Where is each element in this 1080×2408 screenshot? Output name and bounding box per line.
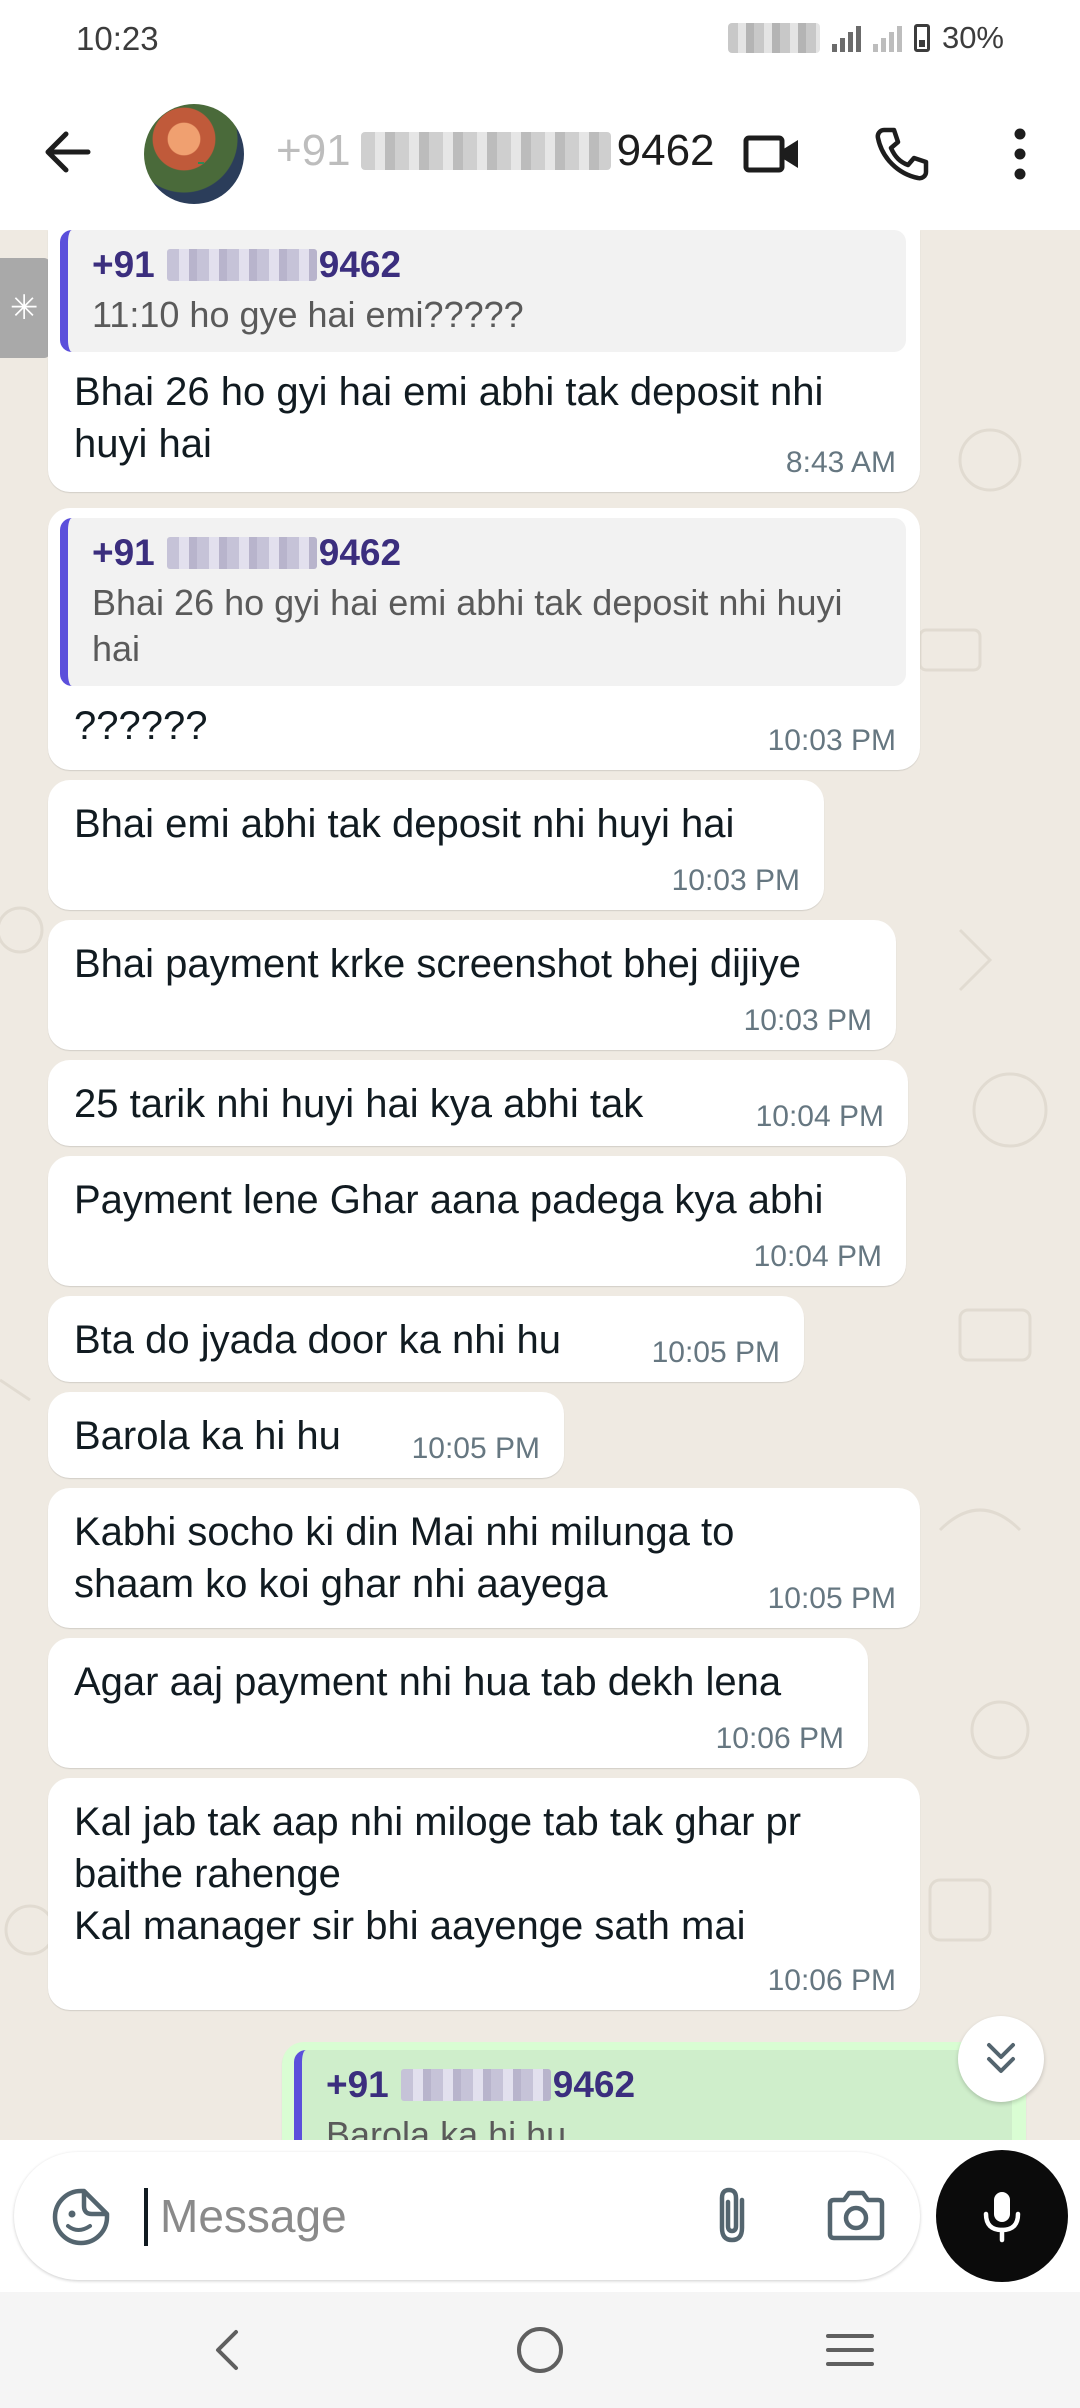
- quoted-text: 11:10 ho gye hai emi?????: [92, 294, 524, 335]
- composer-bar: [0, 2140, 1080, 2292]
- phone-icon: [875, 127, 929, 181]
- system-nav-bar: [0, 2292, 1080, 2408]
- quoted-sender: +91 9462: [92, 532, 886, 574]
- quoted-message[interactable]: +91 9462 Barola ka hi hu: [294, 2050, 1012, 2140]
- chat-header: +91 9462: [0, 78, 1080, 230]
- paperclip-icon: [719, 2187, 745, 2243]
- message-text: Bhai 26 ho gyi hai emi abhi tak deposit …: [74, 370, 824, 466]
- arrow-left-icon: [45, 131, 91, 173]
- sticker-icon: [52, 2188, 110, 2246]
- message-bubble[interactable]: Bta do jyada door ka nhi hu 10:05 PM: [48, 1296, 804, 1382]
- avatar-badge-icon: [198, 162, 204, 164]
- message-bubble[interactable]: Payment lene Ghar aana padega kya abhi 1…: [48, 1156, 906, 1286]
- message-text: Kabhi socho ki din Mai nhi milunga to sh…: [74, 1510, 735, 1606]
- status-icons: 30%: [727, 20, 1004, 56]
- menu-lines-icon: [826, 2334, 874, 2366]
- message-bubble[interactable]: 25 tarik nhi huyi hai kya abhi tak 10:04…: [48, 1060, 908, 1146]
- home-circle-icon: [517, 2327, 563, 2373]
- mic-icon: [983, 2192, 1021, 2243]
- video-call-button[interactable]: [740, 122, 804, 186]
- message-time: 10:03 PM: [671, 864, 800, 897]
- sparkle-icon: ✳: [10, 289, 39, 327]
- side-panel-tab[interactable]: ✳: [0, 258, 50, 358]
- camera-button[interactable]: [822, 2182, 890, 2250]
- message-time: 10:03 PM: [743, 1004, 872, 1037]
- message-input[interactable]: [160, 2182, 680, 2250]
- outgoing-message-bubble[interactable]: +91 9462 Barola ka hi hu: [282, 2042, 1026, 2140]
- contact-suffix: 9462: [616, 126, 715, 175]
- quoted-sender-suffix: 9462: [318, 244, 402, 285]
- signal-2-icon: [872, 24, 902, 52]
- status-bar: 10:23 30%: [0, 0, 1080, 78]
- message-text: Agar aaj payment nhi hua tab dekh lena: [74, 1660, 782, 1704]
- voice-message-button[interactable]: [936, 2150, 1068, 2282]
- quoted-sender: +91 9462: [326, 2064, 992, 2106]
- message-text: Bhai payment krke screenshot bhej dijiye: [74, 942, 802, 986]
- battery-level: 30%: [941, 20, 1004, 55]
- quoted-sender-suffix: 9462: [552, 2064, 636, 2105]
- message-bubble[interactable]: Kal jab tak aap nhi miloge tab tak ghar …: [48, 1778, 920, 2010]
- more-vert-icon: [1014, 128, 1026, 180]
- quoted-sender-suffix: 9462: [318, 532, 402, 573]
- message-time: 10:06 PM: [767, 1964, 896, 1997]
- message-bubble[interactable]: Kabhi socho ki din Mai nhi milunga to sh…: [48, 1488, 920, 1628]
- message-time: 10:05 PM: [411, 1432, 540, 1465]
- quoted-sender-blurred: [166, 537, 317, 569]
- quoted-sender-prefix: +91: [92, 532, 155, 573]
- camera-icon: [827, 2190, 885, 2241]
- quoted-sender-blurred: [400, 2069, 551, 2101]
- quoted-text: Bhai 26 ho gyi hai emi abhi tak deposit …: [92, 582, 843, 669]
- message-text: Bhai emi abhi tak deposit nhi huyi hai: [74, 802, 735, 846]
- quoted-sender-prefix: +91: [92, 244, 155, 285]
- message-bubble[interactable]: +91 9462 11:10 ho gye hai emi????? Bhai …: [48, 230, 920, 492]
- contact-blurred-digits: [360, 132, 611, 170]
- battery-icon: [913, 24, 930, 52]
- sticker-button[interactable]: [50, 2186, 112, 2248]
- status-time: 10:23: [76, 20, 159, 57]
- message-time: 10:03 PM: [767, 724, 896, 757]
- contact-prefix: +91: [276, 126, 351, 175]
- message-time: 10:05 PM: [767, 1582, 896, 1615]
- message-text: Payment lene Ghar aana padega kya abhi: [74, 1178, 824, 1222]
- quoted-sender-blurred: [166, 249, 317, 281]
- composer-pill: [14, 2152, 920, 2280]
- message-time: 10:04 PM: [755, 1100, 884, 1133]
- message-bubble[interactable]: Bhai payment krke screenshot bhej dijiye…: [48, 920, 896, 1050]
- quoted-sender: +91 9462: [92, 244, 886, 286]
- message-bubble[interactable]: +91 9462 Bhai 26 ho gyi hai emi abhi tak…: [48, 508, 920, 770]
- nav-home-button[interactable]: [504, 2314, 576, 2386]
- message-time: 10:06 PM: [715, 1722, 844, 1755]
- avatar[interactable]: [144, 104, 244, 204]
- quoted-message[interactable]: +91 9462 11:10 ho gye hai emi?????: [60, 230, 906, 352]
- message-bubble[interactable]: Agar aaj payment nhi hua tab dekh lena 1…: [48, 1638, 868, 1768]
- back-button[interactable]: [36, 120, 100, 184]
- text-caret: [144, 2188, 148, 2246]
- message-time: 10:05 PM: [651, 1336, 780, 1369]
- voice-call-button[interactable]: [870, 122, 934, 186]
- message-time: 8:43 AM: [785, 446, 896, 479]
- quoted-text: Barola ka hi hu: [326, 2114, 567, 2140]
- signal-icon: [831, 24, 861, 52]
- message-bubble[interactable]: Bhai emi abhi tak deposit nhi huyi hai 1…: [48, 780, 824, 910]
- contact-name[interactable]: +91 9462: [276, 126, 715, 176]
- chevron-left-icon: [216, 2330, 238, 2370]
- quoted-message[interactable]: +91 9462 Bhai 26 ho gyi hai emi abhi tak…: [60, 518, 906, 686]
- message-time: 10:04 PM: [753, 1240, 882, 1273]
- chat-area[interactable]: ✳ +91 9462 11:10 ho gye hai emi????? Bha…: [0, 230, 1080, 2140]
- nav-recents-button[interactable]: [814, 2314, 886, 2386]
- more-options-button[interactable]: [988, 122, 1052, 186]
- message-bubble[interactable]: Barola ka hi hu 10:05 PM: [48, 1392, 564, 1478]
- video-call-icon: [743, 135, 798, 173]
- message-text: Kal jab tak aap nhi miloge tab tak ghar …: [74, 1800, 802, 1948]
- scroll-to-bottom-button[interactable]: [958, 2016, 1044, 2102]
- blurred-notification-icons: [727, 23, 820, 53]
- quoted-sender-prefix: +91: [326, 2064, 389, 2105]
- double-chevron-down-icon: [987, 2043, 1015, 2073]
- attach-button[interactable]: [700, 2182, 768, 2250]
- nav-back-button[interactable]: [192, 2314, 264, 2386]
